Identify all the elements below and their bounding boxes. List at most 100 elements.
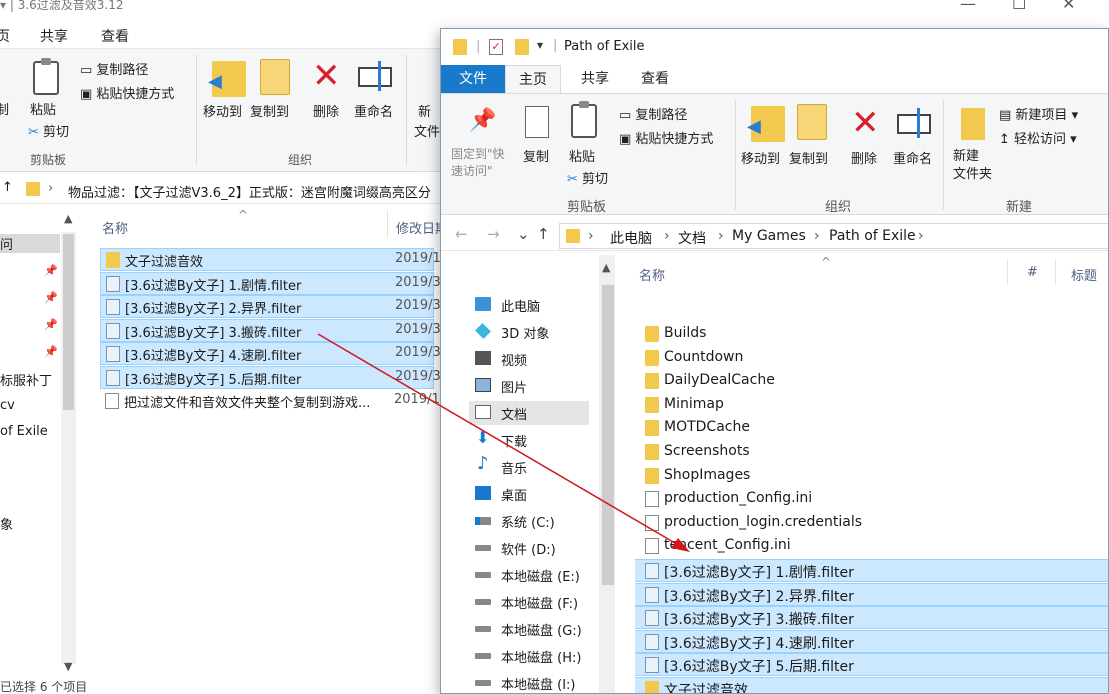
nav-item[interactable]: 系统 (C:) xyxy=(475,509,595,533)
bg-move-to-button[interactable]: 移动到 xyxy=(203,101,242,120)
bg-paste-button[interactable]: 粘贴 xyxy=(30,99,56,118)
file-row[interactable]: Minimap xyxy=(635,394,1108,417)
file-row[interactable]: [3.6过滤By文子] 4.速刷.filter xyxy=(635,629,1108,653)
paste-shortcut-button[interactable]: ▣ 粘贴快捷方式 xyxy=(619,128,713,147)
nav-item[interactable]: 本地磁盘 (H:) xyxy=(475,644,595,668)
nav-item[interactable]: 本地磁盘 (G:) xyxy=(475,617,595,641)
chevron-right-icon[interactable]: › xyxy=(814,228,820,244)
bg-column-name[interactable]: 名称 xyxy=(102,218,128,237)
chevron-right-icon[interactable]: › xyxy=(664,228,670,244)
bg-file-row[interactable]: 文子过滤音效 2019/1 xyxy=(100,248,441,271)
bg-new-partial[interactable]: 新 xyxy=(418,101,431,120)
copy-icon[interactable] xyxy=(525,106,549,138)
pin-quick-access-button[interactable]: 固定到"快 速访问" xyxy=(451,146,505,180)
file-row[interactable]: production_login.credentials xyxy=(635,512,1108,535)
delete-button[interactable]: 删除 xyxy=(851,148,877,167)
pin-icon[interactable]: 📌 xyxy=(44,318,58,331)
paste-icon[interactable] xyxy=(571,101,597,138)
breadcrumb-documents[interactable]: 文档 xyxy=(678,228,706,248)
bg-address-path[interactable]: 物品过滤：【文子过滤V3.6_2】正式版：迷宫附魔词缀高亮区分 xyxy=(68,182,431,201)
bg-nav-item-poe[interactable]: of Exile xyxy=(0,424,48,439)
pin-icon[interactable]: 📌 xyxy=(44,291,58,304)
bg-nav-item-objects[interactable]: 象 xyxy=(0,514,13,533)
copy-to-button[interactable]: 复制到 xyxy=(789,148,828,167)
bg-copy-to-button[interactable]: 复制到 xyxy=(250,101,289,120)
tab-home-partial[interactable]: 页 xyxy=(0,26,10,46)
nav-item[interactable]: 视频 xyxy=(475,347,595,371)
tab-file[interactable]: 文件 xyxy=(441,65,505,93)
easy-access-button[interactable]: ↥ 轻松访问 ▾ xyxy=(999,128,1077,147)
nav-item[interactable]: 软件 (D:) xyxy=(475,536,595,560)
properties-icon[interactable]: ✓ xyxy=(489,39,503,55)
file-row[interactable]: [3.6过滤By文子] 1.剧情.filter xyxy=(635,559,1108,582)
file-row[interactable]: production_Config.ini xyxy=(635,488,1108,511)
bg-paste-shortcut-button[interactable]: ▣ 粘贴快捷方式 xyxy=(80,83,174,102)
bg-delete-button[interactable]: 删除 xyxy=(313,101,339,120)
fg-nav-scroll-thumb[interactable] xyxy=(602,285,614,585)
rename-icon[interactable] xyxy=(897,108,931,138)
move-to-icon[interactable] xyxy=(208,61,246,97)
scroll-up-icon[interactable]: ▲ xyxy=(602,261,610,274)
tab-home[interactable]: 主页 xyxy=(505,65,561,93)
copy-path-button[interactable]: ▭ 复制路径 xyxy=(619,104,687,123)
new-folder-button[interactable]: 新建 文件夹 xyxy=(953,148,992,184)
file-row[interactable]: 文子过滤音效 xyxy=(635,677,1108,693)
pin-icon[interactable]: 📌 xyxy=(44,345,58,358)
maximize-icon[interactable]: ☐ xyxy=(1012,0,1026,13)
nav-item[interactable]: 文档 xyxy=(469,401,589,425)
bg-rename-button[interactable]: 重命名 xyxy=(354,101,393,120)
close-icon[interactable]: ✕ xyxy=(1062,0,1075,13)
pin-icon[interactable]: 📌 xyxy=(469,108,496,133)
file-row[interactable]: MOTDCache xyxy=(635,417,1108,440)
file-row[interactable]: DailyDealCache xyxy=(635,370,1108,393)
file-row[interactable]: tencent_Config.ini xyxy=(635,535,1108,558)
bg-nav-item-patch[interactable]: 标服补丁 xyxy=(0,370,52,389)
bg-file-row[interactable]: [3.6过滤By文子] 3.搬砖.filter 2019/3 xyxy=(100,318,441,342)
scroll-up-icon[interactable]: ▲ xyxy=(64,212,72,225)
delete-icon[interactable]: ✕ xyxy=(312,59,341,93)
scroll-down-icon[interactable]: ▼ xyxy=(64,660,72,673)
chevron-right-icon[interactable]: › xyxy=(588,228,594,244)
bg-nav-item-cv[interactable]: cv xyxy=(0,398,15,413)
bg-file-row[interactable]: [3.6过滤By文子] 2.异界.filter 2019/3 xyxy=(100,295,441,319)
column-number[interactable]: # xyxy=(1027,265,1038,280)
tab-view[interactable]: 查看 xyxy=(637,65,673,93)
bg-file-partial[interactable]: 文件 xyxy=(414,121,440,140)
nav-item[interactable]: 此电脑 xyxy=(475,293,595,317)
file-row[interactable]: Screenshots xyxy=(635,441,1108,464)
bg-nav-item-quick[interactable]: 问 xyxy=(0,234,60,253)
new-folder-icon[interactable] xyxy=(961,108,985,140)
bg-file-row[interactable]: [3.6过滤By文子] 5.后期.filter 2019/3 xyxy=(100,366,441,389)
up-arrow-icon[interactable]: ↑ xyxy=(537,225,550,243)
copy-to-icon[interactable] xyxy=(797,104,827,140)
cut-button[interactable]: ✂ 剪切 xyxy=(567,168,608,187)
column-name[interactable]: 名称 xyxy=(639,265,665,284)
bg-cut-button[interactable]: ✂ 剪切 xyxy=(28,121,69,140)
file-row[interactable]: [3.6过滤By文子] 5.后期.filter xyxy=(635,653,1108,677)
back-icon[interactable]: ← xyxy=(455,225,468,243)
bg-file-row[interactable]: [3.6过滤By文子] 4.速刷.filter 2019/3 xyxy=(100,342,441,366)
nav-item[interactable]: 音乐 xyxy=(475,453,595,479)
bg-copy-path-button[interactable]: ▭ 复制路径 xyxy=(80,59,148,78)
new-folder-quick-icon[interactable] xyxy=(515,39,529,55)
up-arrow-icon[interactable]: ↑ xyxy=(2,180,13,195)
pin-icon[interactable]: 📌 xyxy=(44,264,58,277)
nav-item[interactable]: 3D 对象 xyxy=(475,320,595,344)
rename-button[interactable]: 重命名 xyxy=(893,148,932,167)
file-row[interactable]: ShopImages xyxy=(635,465,1108,488)
tab-view[interactable]: 查看 xyxy=(101,26,129,46)
copy-button[interactable]: 复制 xyxy=(523,146,549,165)
breadcrumb-path-of-exile[interactable]: Path of Exile xyxy=(829,228,916,244)
tab-share[interactable]: 共享 xyxy=(577,65,613,93)
nav-item[interactable]: 桌面 xyxy=(475,482,595,506)
forward-icon[interactable]: → xyxy=(487,225,500,243)
nav-item[interactable]: 下载 xyxy=(475,428,595,452)
nav-item[interactable]: 本地磁盘 (I:) xyxy=(475,671,595,693)
file-row[interactable]: Builds xyxy=(635,323,1108,346)
minimize-icon[interactable]: — xyxy=(960,0,976,13)
file-row[interactable]: [3.6过滤By文子] 3.搬砖.filter xyxy=(635,606,1108,630)
customize-toolbar-icon[interactable]: ▾ xyxy=(537,38,543,52)
paste-icon[interactable] xyxy=(33,58,59,95)
file-row[interactable]: Countdown xyxy=(635,347,1108,370)
rename-icon[interactable] xyxy=(358,61,392,91)
